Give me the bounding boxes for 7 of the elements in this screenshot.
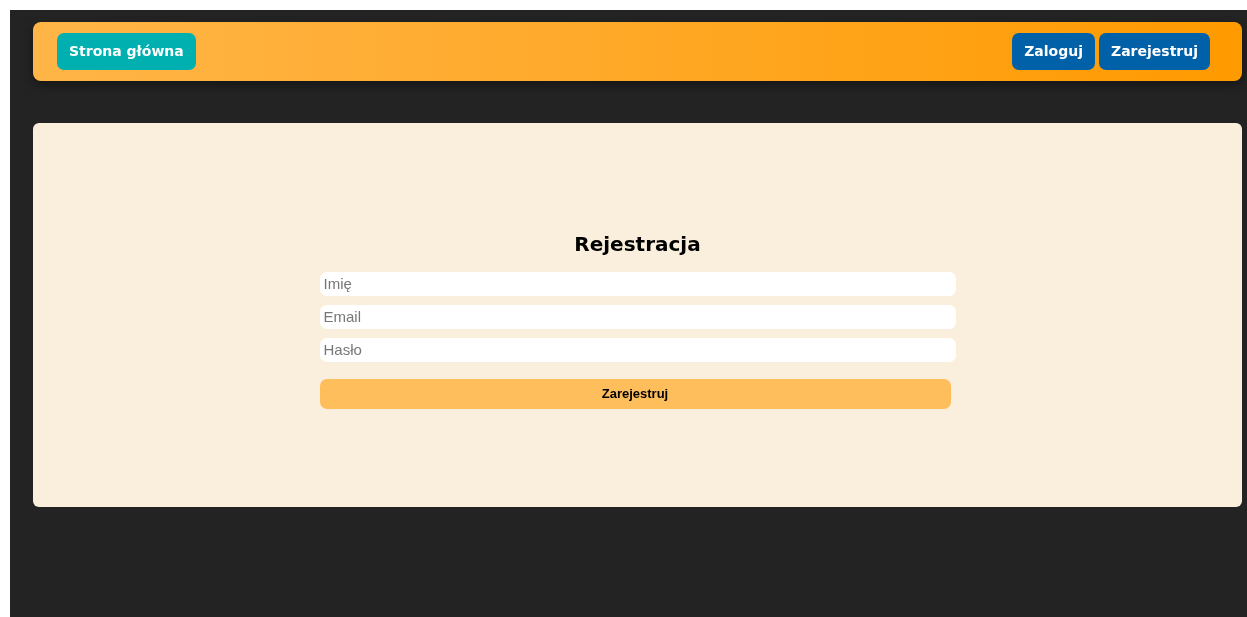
input-field[interactable]: Hasło: [319, 337, 956, 362]
input-field[interactable]: Email: [319, 304, 956, 329]
register-button[interactable]: Zarejestruj: [319, 378, 951, 409]
nav-button[interactable]: Zaloguj: [1012, 33, 1095, 70]
form-title: Rejestracja: [573, 231, 702, 256]
nav-button[interactable]: Zarejestruj: [1099, 33, 1210, 70]
input-field[interactable]: Imię: [319, 271, 956, 296]
